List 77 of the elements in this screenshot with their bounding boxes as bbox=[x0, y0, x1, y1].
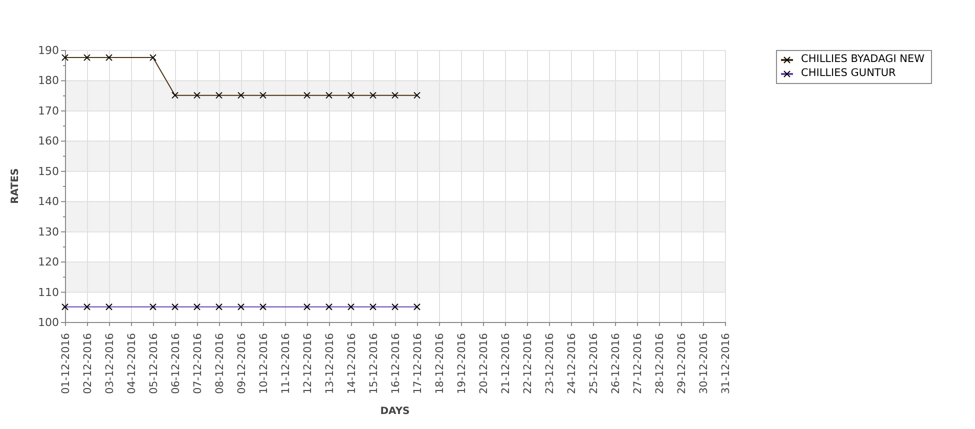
tick-label: 13-12-2016 bbox=[324, 333, 336, 394]
legend-swatch-icon bbox=[781, 70, 793, 78]
data-point-marker bbox=[304, 303, 310, 310]
tick-label: 21-12-2016 bbox=[500, 333, 512, 394]
data-point-marker bbox=[106, 303, 112, 310]
tick-label: 30-12-2016 bbox=[698, 333, 710, 394]
data-point-marker bbox=[392, 303, 398, 310]
tick-label: 18-12-2016 bbox=[434, 333, 446, 394]
data-point-marker bbox=[260, 303, 266, 310]
data-point-marker bbox=[304, 92, 310, 99]
data-point-marker bbox=[260, 92, 266, 99]
data-point-marker bbox=[238, 303, 244, 310]
tick-label: 05-12-2016 bbox=[148, 333, 160, 394]
data-point-marker bbox=[216, 92, 222, 99]
tick-label: 04-12-2016 bbox=[126, 333, 138, 394]
axis-title: RATES bbox=[10, 168, 21, 204]
data-point-marker bbox=[392, 92, 398, 99]
data-point-marker bbox=[194, 303, 200, 310]
tick-label: 10-12-2016 bbox=[258, 333, 270, 394]
data-point-marker bbox=[172, 92, 178, 99]
data-point-marker bbox=[62, 303, 68, 310]
tick-label: 160 bbox=[38, 134, 59, 148]
tick-label: 06-12-2016 bbox=[170, 333, 182, 394]
data-point-marker bbox=[106, 54, 112, 62]
axis-title: DAYS bbox=[380, 406, 410, 417]
data-point-marker bbox=[84, 54, 90, 62]
tick-label: 07-12-2016 bbox=[192, 333, 204, 394]
data-point-marker bbox=[84, 303, 90, 310]
tick-label: 22-12-2016 bbox=[522, 333, 534, 394]
tick-label: 24-12-2016 bbox=[566, 333, 578, 394]
data-point-marker bbox=[150, 54, 156, 62]
legend-label: CHILLIES GUNTUR bbox=[801, 67, 896, 80]
tick-label: 08-12-2016 bbox=[214, 333, 226, 394]
tick-label: 100 bbox=[38, 316, 59, 329]
data-point-marker bbox=[62, 54, 68, 62]
data-point-marker bbox=[370, 92, 376, 99]
data-point-marker bbox=[172, 303, 178, 310]
tick-label: 25-12-2016 bbox=[588, 333, 600, 394]
data-point-marker bbox=[150, 303, 156, 310]
data-point-marker bbox=[216, 303, 222, 310]
tick-label: 29-12-2016 bbox=[676, 333, 688, 394]
tick-label: 180 bbox=[38, 74, 59, 88]
data-point-marker bbox=[348, 92, 354, 99]
tick-label: 09-12-2016 bbox=[236, 333, 248, 394]
data-point-marker bbox=[414, 92, 420, 99]
tick-label: 170 bbox=[38, 104, 59, 118]
tick-label: 140 bbox=[38, 195, 59, 208]
tick-label: 14-12-2016 bbox=[346, 333, 358, 394]
tick-label: 15-12-2016 bbox=[368, 333, 380, 394]
tick-label: 02-12-2016 bbox=[82, 333, 94, 394]
tick-label: 110 bbox=[38, 286, 59, 299]
tick-label: 17-12-2016 bbox=[412, 333, 424, 394]
tick-label: 150 bbox=[38, 164, 59, 178]
data-point-marker bbox=[238, 92, 244, 99]
tick-label: 11-12-2016 bbox=[280, 333, 292, 394]
tick-label: 27-12-2016 bbox=[632, 333, 644, 394]
data-point-marker bbox=[414, 303, 420, 310]
tick-label: 20-12-2016 bbox=[478, 333, 490, 394]
data-point-marker bbox=[348, 303, 354, 310]
data-point-marker bbox=[370, 303, 376, 310]
tick-label: 120 bbox=[38, 256, 59, 269]
tick-label: 16-12-2016 bbox=[390, 333, 402, 394]
legend-label: CHILLIES BYADAGI NEW bbox=[801, 53, 925, 66]
legend-swatch-icon bbox=[781, 56, 793, 64]
data-point-marker bbox=[326, 92, 332, 99]
tick-label: 28-12-2016 bbox=[654, 333, 666, 394]
tick-label: 01-12-2016 bbox=[60, 333, 72, 394]
tick-label: 26-12-2016 bbox=[610, 333, 622, 394]
tick-label: 23-12-2016 bbox=[544, 333, 556, 394]
tick-label: 190 bbox=[38, 44, 59, 57]
tick-label: 130 bbox=[38, 225, 59, 238]
tick-label: 03-12-2016 bbox=[104, 333, 116, 394]
tick-label: 19-12-2016 bbox=[456, 333, 468, 394]
data-point-marker bbox=[326, 303, 332, 310]
tick-label: 31-12-2016 bbox=[720, 333, 732, 394]
tick-label: 12-12-2016 bbox=[302, 333, 314, 394]
data-point-marker bbox=[194, 92, 200, 99]
